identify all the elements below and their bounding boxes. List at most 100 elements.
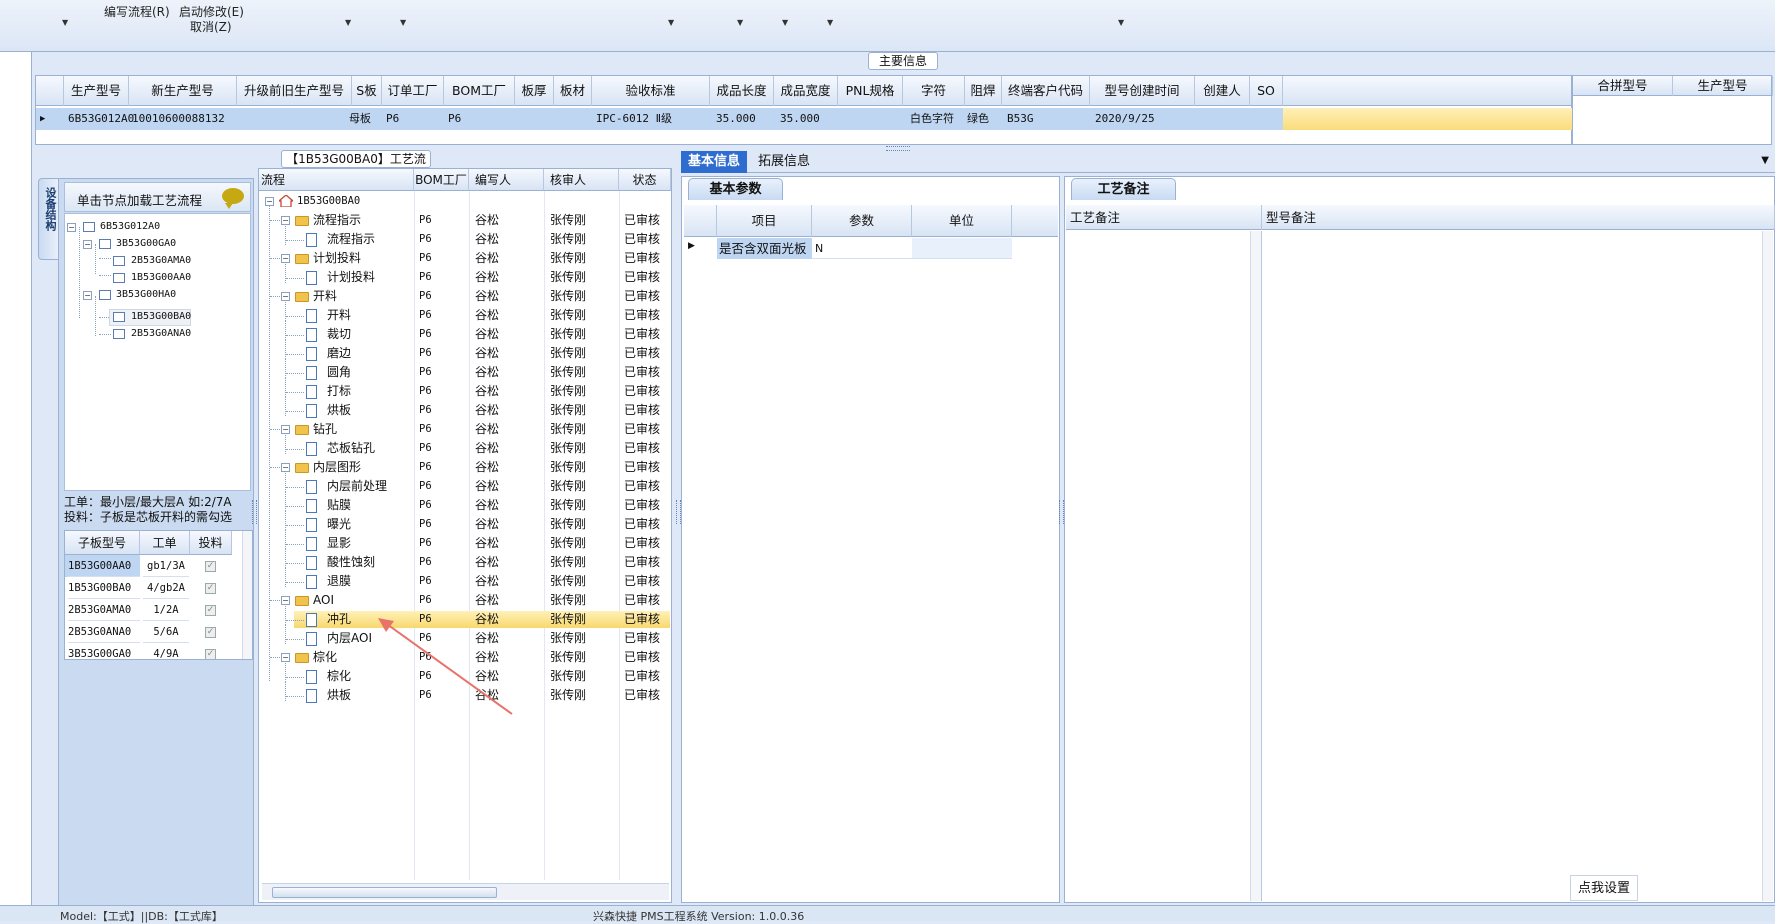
tab-process-remark[interactable]: 工艺备注	[1071, 178, 1176, 200]
flow-step-name[interactable]: 开料	[327, 307, 351, 324]
cell-order-factory[interactable]: P6	[386, 108, 399, 130]
flow-step-name[interactable]: 钻孔	[313, 421, 337, 438]
sub-cell-model[interactable]: 3B53G00GA0	[68, 644, 140, 659]
sub-cell-model[interactable]: 2B53G0ANA0	[68, 622, 140, 643]
col-process-remark[interactable]: 工艺备注	[1066, 205, 1262, 230]
cell-length[interactable]: 35.000	[716, 108, 756, 130]
edit-flow-button[interactable]: 编写流程(R)	[104, 3, 170, 20]
col-solder[interactable]: 阻焊	[965, 76, 1002, 106]
col-thickness[interactable]: 板厚	[515, 76, 554, 106]
col-work-order[interactable]: 工单	[140, 531, 190, 555]
table-row[interactable]: ▶ 是否含双面光板 N	[684, 238, 1058, 259]
flow-step-name[interactable]: 裁切	[327, 326, 351, 343]
flow-step-name[interactable]: 贴膜	[327, 497, 351, 514]
param-item-cell[interactable]: 是否含双面光板	[717, 238, 812, 259]
col-unit[interactable]: 单位	[912, 205, 1012, 237]
tree-node[interactable]: 2B53G0AMA0	[131, 255, 191, 266]
flow-step-name[interactable]: 酸性蚀刻	[327, 554, 375, 571]
sub-cell-model[interactable]: 2B53G0AMA0	[68, 600, 140, 621]
collapse-toggle-icon[interactable]: −	[281, 254, 290, 263]
flow-step-name[interactable]: 磨边	[327, 345, 351, 362]
col-so[interactable]: SO	[1250, 76, 1283, 106]
process-horizontal-scrollbar[interactable]	[262, 883, 669, 900]
flow-step-name[interactable]: 内层AOI	[327, 630, 372, 647]
sub-cell-model[interactable]: 1B53G00AA0	[68, 556, 140, 577]
col-item[interactable]: 项目	[717, 205, 812, 237]
feed-checkbox[interactable]: ✓	[205, 649, 216, 659]
col-creator[interactable]: 创建人	[1195, 76, 1250, 106]
tab-device-structure[interactable]: 设备结构	[38, 178, 60, 260]
col-model-remark[interactable]: 型号备注	[1262, 205, 1775, 230]
flow-step-name[interactable]: 内层图形	[313, 459, 361, 476]
sub-cell-order[interactable]: 5/6A	[143, 622, 189, 643]
process-remark-textarea[interactable]	[1066, 231, 1262, 901]
flow-step-name[interactable]: 芯板钻孔	[327, 440, 375, 457]
tab-extended-info[interactable]: 拓展信息	[751, 151, 817, 173]
click-set-button[interactable]: 点我设置	[1570, 875, 1638, 901]
collapse-toggle-icon[interactable]: −	[83, 291, 92, 300]
col-merge-prod-model[interactable]: 生产型号	[1673, 76, 1773, 96]
col-prod-model[interactable]: 生产型号	[64, 76, 129, 106]
tree-node-selected[interactable]: 1B53G00BA0	[131, 311, 191, 322]
flow-step-name[interactable]: 曝光	[327, 516, 351, 533]
col-reviewer[interactable]: 核审人	[544, 169, 619, 191]
cell-width[interactable]: 35.000	[780, 108, 820, 130]
dropdown-caret-icon[interactable]: ▼	[737, 18, 743, 27]
dropdown-caret-icon[interactable]: ▼	[782, 18, 788, 27]
sub-cell-model[interactable]: 1B53G00BA0	[68, 578, 140, 599]
col-bom-factory[interactable]: BOM工厂	[444, 76, 515, 106]
col-width[interactable]: 成品宽度	[774, 76, 838, 106]
tree-node[interactable]: 1B53G00AA0	[131, 272, 191, 283]
col-param[interactable]: 参数	[812, 205, 912, 237]
param-unit-cell[interactable]	[912, 238, 1012, 259]
process-remark-scrollbar[interactable]	[1250, 231, 1261, 901]
cell-char[interactable]: 白色字符	[910, 108, 954, 130]
cell-customer[interactable]: B53G	[1007, 108, 1034, 130]
flow-step-name[interactable]: 内层前处理	[327, 478, 387, 495]
flow-step-name[interactable]: 打标	[327, 383, 351, 400]
col-length[interactable]: 成品长度	[710, 76, 774, 106]
cell-solder[interactable]: 绿色	[967, 108, 989, 130]
collapse-toggle-icon[interactable]: −	[67, 223, 76, 232]
cell-s-board[interactable]: 母板	[349, 108, 371, 130]
dropdown-caret-icon[interactable]: ▼	[1118, 18, 1124, 27]
col-bom-factory[interactable]: BOM工厂	[414, 169, 469, 191]
dropdown-caret-icon[interactable]: ▼	[62, 18, 68, 27]
flow-step-name[interactable]: 烘板	[327, 402, 351, 419]
cell-accept-std[interactable]: IPC-6012 Ⅱ级	[596, 108, 672, 130]
feed-checkbox[interactable]: ✓	[205, 605, 216, 616]
sub-cell-order[interactable]: 4/gb2A	[143, 578, 189, 599]
col-material[interactable]: 板材	[554, 76, 592, 106]
collapse-toggle-icon[interactable]: −	[281, 425, 290, 434]
cancel-button[interactable]: 取消(Z)	[190, 18, 232, 35]
dropdown-caret-icon[interactable]: ▼	[668, 18, 674, 27]
chat-bubble-icon[interactable]	[222, 188, 244, 209]
col-merge-model[interactable]: 合拼型号	[1573, 76, 1673, 96]
cell-prod-model[interactable]: 6B53G012A0	[68, 108, 134, 130]
col-new-prod-model[interactable]: 新生产型号	[129, 76, 237, 106]
dropdown-caret-icon[interactable]: ▼	[827, 18, 833, 27]
col-pnl-spec[interactable]: PNL规格	[838, 76, 903, 106]
flow-step-name[interactable]: 棕化	[313, 649, 337, 666]
col-writer[interactable]: 编写人	[469, 169, 544, 191]
col-customer[interactable]: 终端客户代码	[1002, 76, 1090, 106]
collapse-toggle-icon[interactable]: −	[281, 216, 290, 225]
cell-bom-factory[interactable]: P6	[448, 108, 461, 130]
flow-step-name[interactable]: 圆角	[327, 364, 351, 381]
col-feed[interactable]: 投料	[190, 531, 232, 555]
tab-menu-icon[interactable]: ▼	[1761, 155, 1769, 166]
col-old-prod-model[interactable]: 升级前旧生产型号	[237, 76, 352, 106]
tab-basic-params[interactable]: 基本参数	[688, 178, 783, 200]
feed-checkbox[interactable]: ✓	[205, 561, 216, 572]
dropdown-caret-icon[interactable]: ▼	[400, 18, 406, 27]
sub-cell-order[interactable]: 4/9A	[143, 644, 189, 659]
col-flow[interactable]: 流程	[259, 169, 414, 191]
flow-step-name[interactable]: 开料	[313, 288, 337, 305]
scroll-thumb[interactable]	[272, 887, 497, 898]
flow-step-name[interactable]: 退膜	[327, 573, 351, 590]
sub-cell-order[interactable]: gb1/3A	[143, 556, 189, 577]
vertical-splitter-handle[interactable]	[252, 500, 257, 524]
col-order-factory[interactable]: 订单工厂	[382, 76, 444, 106]
sub-grid-scrollbar[interactable]	[242, 531, 252, 659]
col-sub-model[interactable]: 子板型号	[65, 531, 140, 555]
